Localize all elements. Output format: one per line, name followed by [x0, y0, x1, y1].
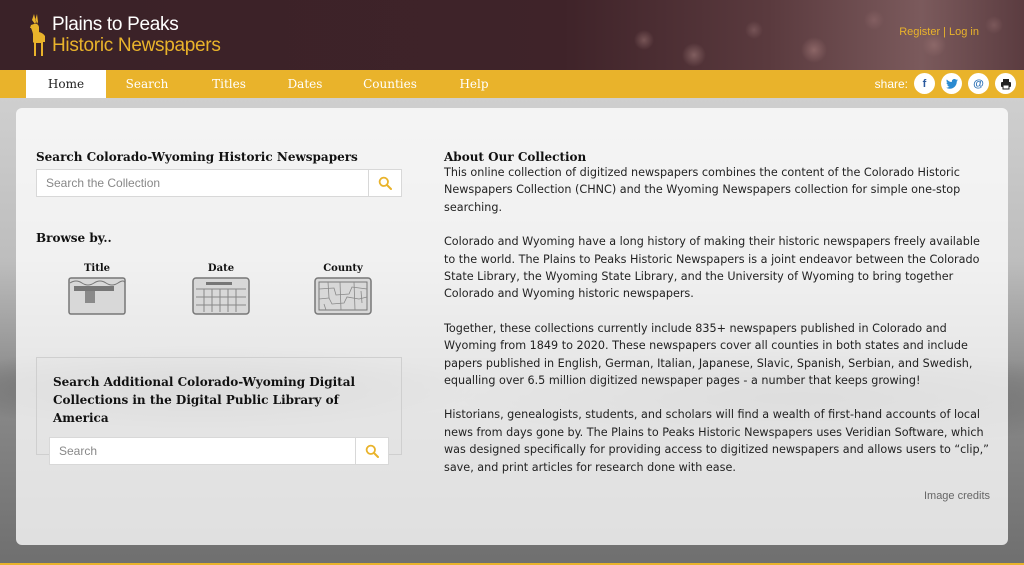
register-link[interactable]: Register — [899, 26, 940, 38]
search-icon — [378, 176, 392, 190]
browse-by-title[interactable]: Title — [62, 263, 132, 315]
about-column: About Our Collection This online collect… — [444, 150, 992, 476]
pronghorn-logo-icon — [30, 14, 45, 56]
newspaper-title-icon — [68, 277, 126, 315]
search-section-title: Search Colorado-Wyoming Historic Newspap… — [36, 150, 358, 164]
email-icon: @ — [973, 77, 984, 90]
about-body: This online collection of digitized news… — [444, 164, 992, 476]
browse-county-label: County — [323, 263, 363, 274]
twitter-share-button[interactable] — [941, 73, 962, 94]
about-paragraph: Historians, genealogists, students, and … — [444, 408, 989, 474]
logo-subtitle: Historic Newspapers — [52, 35, 221, 56]
dpla-search-button[interactable] — [355, 438, 388, 464]
collection-search-button[interactable] — [368, 170, 401, 196]
about-paragraph: Colorado and Wyoming have a long history… — [444, 235, 980, 301]
about-paragraph: Together, these collections currently in… — [444, 321, 973, 388]
main-nav: Home Search Titles Dates Counties Help s… — [0, 70, 1024, 98]
printer-icon — [1000, 78, 1011, 89]
about-paragraph: This online collection of digitized news… — [444, 166, 961, 214]
logo-title: Plains to Peaks — [52, 14, 179, 35]
email-share-button[interactable]: @ — [968, 73, 989, 94]
browse-title: Browse by.. — [36, 231, 112, 245]
facebook-share-button[interactable]: f — [914, 73, 935, 94]
dpla-search-section: Search Additional Colorado-Wyoming Digit… — [36, 357, 402, 465]
site-logo[interactable]: Plains to Peaks Historic Newspapers — [26, 10, 221, 60]
dpla-section-title: Search Additional Colorado-Wyoming Digit… — [53, 375, 356, 425]
tab-dates[interactable]: Dates — [270, 70, 340, 98]
image-credits-link[interactable]: Image credits — [924, 490, 990, 502]
site-header: Plains to Peaks Historic Newspapers Regi… — [0, 0, 1024, 70]
browse-options: Title Date County — [36, 263, 402, 333]
county-map-icon — [314, 277, 372, 315]
twitter-icon — [945, 78, 958, 89]
browse-by-county[interactable]: County — [308, 263, 378, 315]
share-bar: share: f @ — [875, 73, 1016, 94]
tab-search[interactable]: Search — [106, 70, 188, 98]
left-column: Search Colorado-Wyoming Historic Newspap… — [36, 150, 402, 465]
calendar-icon — [192, 277, 250, 315]
facebook-icon: f — [922, 77, 927, 90]
browse-by-date[interactable]: Date — [186, 263, 256, 315]
account-links: Register | Log in — [899, 26, 979, 38]
share-label: share: — [874, 76, 908, 91]
search-icon — [365, 444, 379, 458]
collection-search-input[interactable] — [37, 170, 368, 196]
print-button[interactable] — [995, 73, 1016, 94]
about-title: About Our Collection — [444, 150, 587, 164]
tab-counties[interactable]: Counties — [340, 70, 440, 98]
tab-titles[interactable]: Titles — [188, 70, 270, 98]
login-link[interactable]: Log in — [949, 26, 979, 38]
tab-home[interactable]: Home — [26, 70, 106, 98]
collection-search-box — [36, 169, 402, 197]
tab-help[interactable]: Help — [440, 70, 508, 98]
browse-title-label: Title — [83, 263, 111, 274]
main-panel: Search Colorado-Wyoming Historic Newspap… — [16, 108, 1008, 545]
dpla-search-box — [49, 437, 389, 465]
browse-date-label: Date — [207, 263, 235, 274]
dpla-search-input[interactable] — [50, 438, 355, 464]
account-separator: | — [943, 26, 947, 38]
